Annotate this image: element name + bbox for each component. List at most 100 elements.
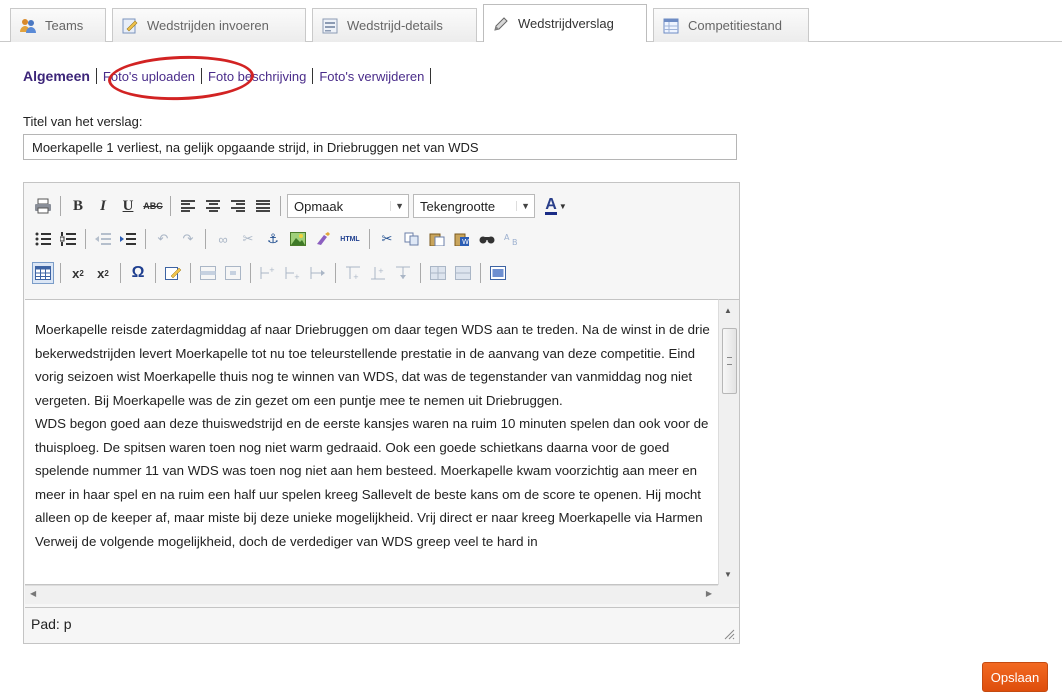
image-icon[interactable]: [287, 228, 309, 250]
cleanup-icon[interactable]: [312, 228, 334, 250]
insert-table-icon[interactable]: [32, 262, 54, 284]
underline-icon[interactable]: U: [117, 195, 139, 217]
svg-text:+: +: [378, 267, 384, 275]
align-left-icon[interactable]: [177, 195, 199, 217]
edit-style-icon[interactable]: [162, 262, 184, 284]
superscript-icon[interactable]: x2: [92, 262, 114, 284]
scroll-left-icon[interactable]: ◀: [30, 589, 36, 598]
subnav-algemeen[interactable]: Algemeen: [23, 68, 94, 84]
delete-row-icon[interactable]: [307, 262, 329, 284]
rich-text-editor: B I U ABC Opmaak ▼ Tekengrootte ▼ A ▼ ↶ …: [23, 182, 740, 644]
toolbar-separator: [420, 263, 421, 283]
html-source-icon[interactable]: HTML: [337, 228, 363, 250]
pencil-icon: [492, 15, 510, 33]
tab-competitiestand-label: Competitiestand: [688, 18, 782, 33]
print-icon[interactable]: [32, 195, 54, 217]
highlight-circle-annotation: [107, 53, 255, 103]
insert-row-before-icon[interactable]: +: [257, 262, 279, 284]
scroll-up-icon[interactable]: ▲: [724, 306, 732, 315]
tab-wedstrijd-details[interactable]: Wedstrijd-details: [312, 8, 477, 42]
toolbar-separator: [170, 196, 171, 216]
link-icon[interactable]: ∞: [212, 228, 234, 250]
cell-props-icon[interactable]: [222, 262, 244, 284]
tab-teams[interactable]: Teams: [10, 8, 106, 42]
svg-text:B: B: [512, 238, 518, 246]
toolbar-separator: [155, 263, 156, 283]
paste-word-icon[interactable]: W: [451, 228, 473, 250]
table-icon: [662, 17, 680, 35]
toolbar-separator: [145, 229, 146, 249]
toolbar-separator: [250, 263, 251, 283]
align-right-icon[interactable]: [227, 195, 249, 217]
save-button[interactable]: Opslaan: [982, 662, 1048, 692]
tab-wedstrijdverslag[interactable]: Wedstrijdverslag: [483, 4, 647, 42]
merge-cells-icon[interactable]: [452, 262, 474, 284]
scroll-down-icon[interactable]: ▼: [724, 570, 732, 579]
bold-icon[interactable]: B: [67, 195, 89, 217]
element-path: Pad: p: [31, 616, 72, 632]
toolbar-row-3: x2 x2 Ω + + + +: [32, 260, 512, 286]
subnav-separator: [312, 68, 314, 84]
svg-text:+: +: [353, 273, 359, 280]
split-cells-icon[interactable]: [427, 262, 449, 284]
insert-col-after-icon[interactable]: +: [367, 262, 389, 284]
delete-col-icon[interactable]: [392, 262, 414, 284]
anchor-icon[interactable]: ⚓: [262, 228, 284, 250]
title-label: Titel van het verslag:: [23, 114, 143, 129]
horizontal-scrollbar[interactable]: ◀ ▶: [25, 585, 718, 604]
resize-handle-icon[interactable]: [723, 627, 735, 640]
tab-wedstrijden-invoeren[interactable]: Wedstrijden invoeren: [112, 8, 306, 42]
numbered-list-icon[interactable]: [57, 228, 79, 250]
copy-icon[interactable]: [401, 228, 423, 250]
subscript-icon[interactable]: x2: [67, 262, 89, 284]
align-justify-icon[interactable]: [252, 195, 274, 217]
insert-col-before-icon[interactable]: +: [342, 262, 364, 284]
subnav-separator: [430, 68, 432, 84]
scroll-thumb[interactable]: [722, 328, 737, 394]
redo-icon[interactable]: ↷: [177, 228, 199, 250]
strikethrough-icon[interactable]: ABC: [142, 195, 164, 217]
italic-icon[interactable]: I: [92, 195, 114, 217]
undo-icon[interactable]: ↶: [152, 228, 174, 250]
toolbar-separator: [205, 229, 206, 249]
replace-icon[interactable]: AB: [501, 228, 523, 250]
subnav-fotos-verwijderen[interactable]: Foto's verwijderen: [315, 69, 428, 84]
text-color-button[interactable]: A ▼: [539, 195, 573, 217]
chevron-down-icon: ▼: [516, 201, 530, 211]
outdent-icon[interactable]: [92, 228, 114, 250]
tab-competitiestand[interactable]: Competitiestand: [653, 8, 809, 42]
svg-text:W: W: [462, 238, 469, 246]
fontsize-select[interactable]: Tekengrootte ▼: [413, 194, 535, 218]
insert-row-after-icon[interactable]: +: [282, 262, 304, 284]
row-props-icon[interactable]: [197, 262, 219, 284]
align-center-icon[interactable]: [202, 195, 224, 217]
scroll-right-icon[interactable]: ▶: [706, 589, 712, 598]
cut-icon[interactable]: ✂: [376, 228, 398, 250]
format-select[interactable]: Opmaak ▼: [287, 194, 409, 218]
unlink-icon[interactable]: ✂: [237, 228, 259, 250]
toolbar-separator: [369, 229, 370, 249]
editor-content-area[interactable]: Moerkapelle reisde zaterdagmiddag af naa…: [25, 299, 718, 585]
title-input[interactable]: [23, 134, 737, 160]
toolbar-separator: [280, 196, 281, 216]
bullet-list-icon[interactable]: [32, 228, 54, 250]
indent-icon[interactable]: [117, 228, 139, 250]
find-icon[interactable]: [476, 228, 498, 250]
toolbar-separator: [60, 196, 61, 216]
toolbar-separator: [120, 263, 121, 283]
fontsize-select-value: Tekengrootte: [420, 198, 496, 214]
details-icon: [321, 17, 339, 35]
editor-statusbar: Pad: p: [25, 607, 739, 643]
format-select-value: Opmaak: [294, 198, 344, 214]
special-char-icon[interactable]: Ω: [127, 262, 149, 284]
toolbar-row-1: B I U ABC Opmaak ▼ Tekengrootte ▼ A ▼: [32, 193, 576, 219]
toolbar-separator: [480, 263, 481, 283]
tab-wedstrijden-invoeren-label: Wedstrijden invoeren: [147, 18, 269, 33]
toolbar-separator: [85, 229, 86, 249]
svg-text:+: +: [269, 266, 275, 274]
tab-teams-label: Teams: [45, 18, 84, 33]
chevron-down-icon: ▼: [558, 201, 567, 211]
fullscreen-icon[interactable]: [487, 262, 509, 284]
paste-icon[interactable]: [426, 228, 448, 250]
vertical-scrollbar[interactable]: ▲ ▼: [718, 299, 739, 585]
